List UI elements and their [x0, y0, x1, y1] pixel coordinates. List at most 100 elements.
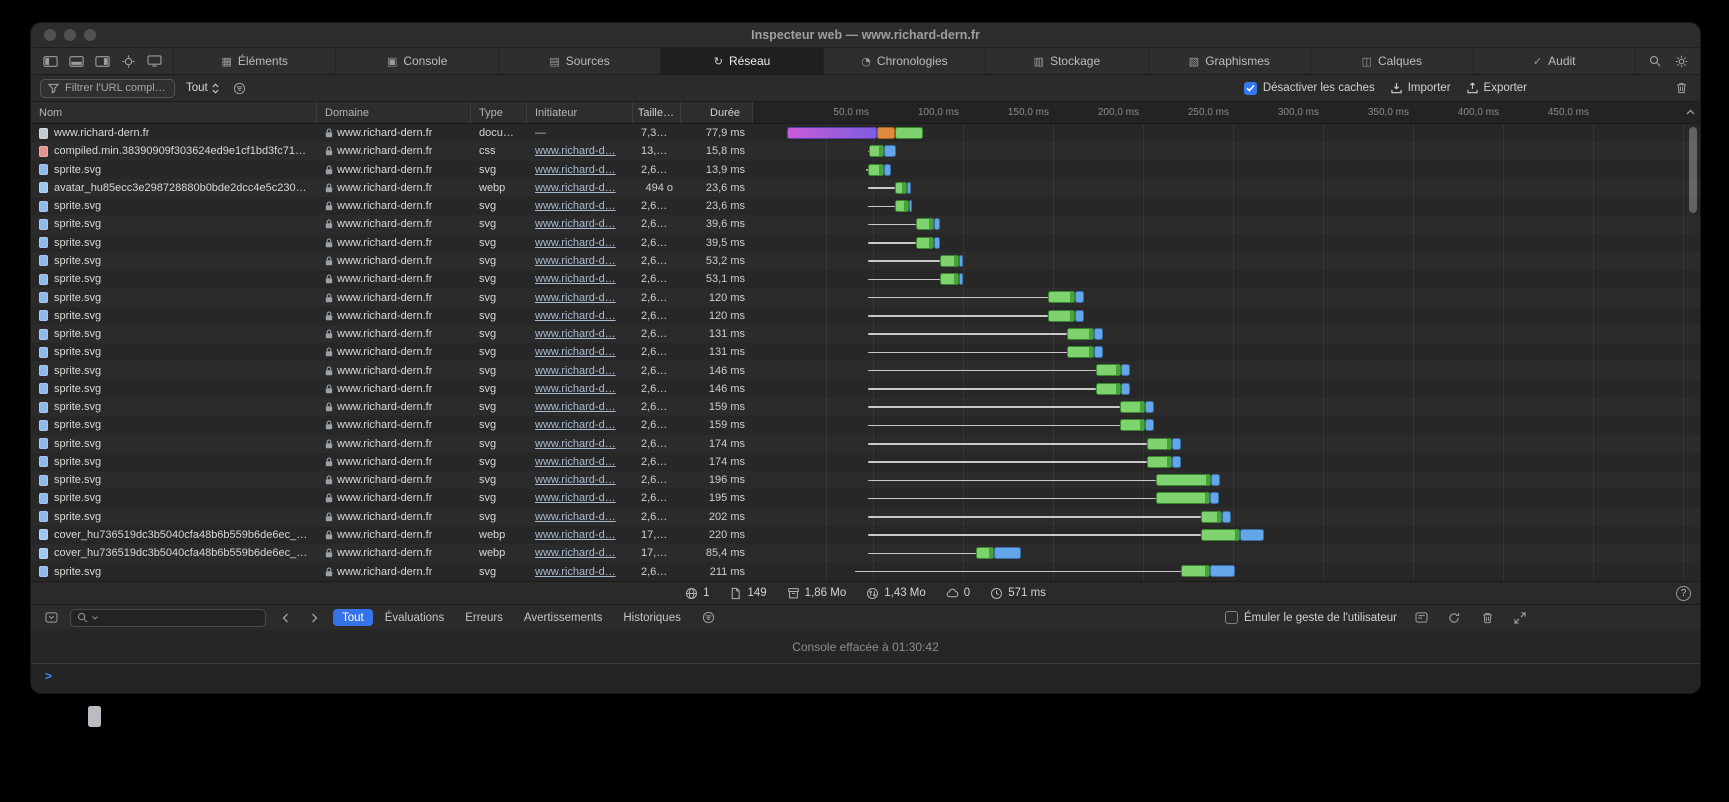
disable-caches-checkbox[interactable]: Désactiver les caches — [1244, 82, 1375, 95]
expand-console-icon[interactable] — [1510, 608, 1530, 628]
console-dock-icon[interactable] — [41, 608, 61, 628]
gear-icon[interactable] — [1671, 51, 1691, 71]
console-filter-options-icon[interactable] — [699, 608, 719, 628]
initiator[interactable]: www.richard-d… — [535, 529, 616, 541]
initiator[interactable]: www.richard-d… — [535, 273, 616, 285]
next-result-icon[interactable] — [304, 608, 324, 628]
table-row[interactable]: sprite.svg www.richard-dern.fr svg www.r… — [31, 252, 1700, 270]
table-row[interactable]: sprite.svg www.richard-dern.fr svg www.r… — [31, 471, 1700, 489]
table-row[interactable]: sprite.svg www.richard-dern.fr svg www.r… — [31, 508, 1700, 526]
initiator[interactable]: www.richard-d… — [535, 237, 616, 249]
table-row[interactable]: sprite.svg www.richard-dern.fr svg www.r… — [31, 234, 1700, 252]
table-row[interactable]: sprite.svg www.richard-dern.fr svg www.r… — [31, 562, 1700, 580]
table-row[interactable]: cover_hu736519dc3b5040cfa48b6b559b6de6ec… — [31, 526, 1700, 544]
table-row[interactable]: sprite.svg www.richard-dern.fr svg www.r… — [31, 343, 1700, 361]
initiator[interactable]: www.richard-d… — [535, 383, 616, 395]
import-button[interactable]: Importer — [1391, 82, 1451, 94]
table-row[interactable]: sprite.svg www.richard-dern.fr svg www.r… — [31, 215, 1700, 233]
table-row[interactable]: cover_hu736519dc3b5040cfa48b6b559b6de6ec… — [31, 544, 1700, 562]
initiator[interactable]: www.richard-d… — [535, 310, 616, 322]
initiator[interactable]: www.richard-d… — [535, 328, 616, 340]
table-row[interactable]: sprite.svg www.richard-dern.fr svg www.r… — [31, 288, 1700, 306]
console-scope-erreurs[interactable]: Erreurs — [456, 609, 512, 626]
table-row[interactable]: sprite.svg www.richard-dern.fr svg www.r… — [31, 416, 1700, 434]
export-button[interactable]: Exporter — [1467, 82, 1527, 94]
initiator[interactable]: www.richard-d… — [535, 346, 616, 358]
console-prompt[interactable]: > — [31, 664, 1700, 693]
table-row[interactable]: sprite.svg www.richard-dern.fr svg www.r… — [31, 270, 1700, 288]
initiator[interactable]: www.richard-d… — [535, 566, 616, 578]
element-picker-icon[interactable] — [118, 51, 138, 71]
tab-chronologies[interactable]: ◔Chronologies — [824, 48, 986, 74]
initiator[interactable]: www.richard-d… — [535, 438, 616, 450]
column-header-type[interactable]: Type — [471, 102, 527, 123]
console-scope-tout[interactable]: Tout — [333, 609, 373, 626]
table-row[interactable]: sprite.svg www.richard-dern.fr svg www.r… — [31, 197, 1700, 215]
initiator[interactable]: www.richard-d… — [535, 419, 616, 431]
table-row[interactable]: sprite.svg www.richard-dern.fr svg www.r… — [31, 361, 1700, 379]
initiator[interactable]: www.richard-d… — [535, 365, 616, 377]
initiator[interactable]: www.richard-d… — [535, 474, 616, 486]
table-row[interactable]: sprite.svg www.richard-dern.fr svg www.r… — [31, 398, 1700, 416]
column-header-nom[interactable]: Nom — [31, 102, 317, 123]
initiator[interactable]: www.richard-d… — [535, 255, 616, 267]
tab-calques[interactable]: ◫Calques — [1311, 48, 1473, 74]
clear-network-trash-icon[interactable] — [1671, 78, 1691, 98]
dock-left-icon[interactable] — [40, 51, 60, 71]
tab-elements[interactable]: ▦Éléments — [174, 48, 336, 74]
tab-sources[interactable]: ▤Sources — [499, 48, 661, 74]
console-scope-historiques[interactable]: Historiques — [614, 609, 690, 626]
initiator[interactable]: www.richard-d… — [535, 492, 616, 504]
initiator[interactable]: www.richard-d… — [535, 292, 616, 304]
previous-result-icon[interactable] — [275, 608, 295, 628]
url-filter-field[interactable]: Filtrer l'URL complète — [40, 79, 175, 98]
emulate-gesture-checkbox[interactable]: Émuler le geste de l'utilisateur — [1225, 611, 1397, 624]
tab-audit[interactable]: ✓Audit — [1474, 48, 1636, 74]
close-button[interactable] — [44, 29, 56, 41]
waterfall-collapse-icon[interactable] — [1686, 109, 1695, 115]
table-row[interactable]: sprite.svg www.richard-dern.fr svg www.r… — [31, 325, 1700, 343]
table-row[interactable]: sprite.svg www.richard-dern.fr svg www.r… — [31, 161, 1700, 179]
filter-options-icon[interactable] — [230, 78, 250, 98]
table-row[interactable]: www.richard-dern.fr www.richard-dern.fr … — [31, 124, 1700, 142]
initiator[interactable]: www.richard-d… — [535, 145, 616, 157]
initiator[interactable]: www.richard-d… — [535, 164, 616, 176]
column-header-taille[interactable]: Taille… — [633, 102, 681, 123]
search-icon[interactable] — [1645, 51, 1665, 71]
console-search-input[interactable] — [102, 612, 259, 624]
table-row[interactable]: sprite.svg www.richard-dern.fr svg www.r… — [31, 307, 1700, 325]
dock-right-icon[interactable] — [92, 51, 112, 71]
clear-console-trash-icon[interactable] — [1477, 608, 1497, 628]
column-header-initiateur[interactable]: Initiateur — [527, 102, 633, 123]
console-panel-icon[interactable] — [1411, 608, 1431, 628]
minimize-button[interactable] — [64, 29, 76, 41]
table-row[interactable]: compiled.min.38390909f303624ed9e1cf1bd3f… — [31, 142, 1700, 160]
initiator[interactable]: www.richard-d… — [535, 182, 616, 194]
tab-graphismes[interactable]: ▧Graphismes — [1149, 48, 1311, 74]
console-search-field[interactable] — [70, 609, 266, 627]
tab-stockage[interactable]: ▥Stockage — [986, 48, 1148, 74]
device-icon[interactable] — [144, 51, 164, 71]
column-header-domaine[interactable]: Domaine — [317, 102, 471, 123]
refresh-icon[interactable] — [1444, 608, 1464, 628]
help-button[interactable]: ? — [1676, 586, 1691, 601]
initiator[interactable]: www.richard-d… — [535, 401, 616, 413]
table-row[interactable]: sprite.svg www.richard-dern.fr svg www.r… — [31, 453, 1700, 471]
table-row[interactable]: sprite.svg www.richard-dern.fr svg www.r… — [31, 435, 1700, 453]
console-scope-avertissements[interactable]: Avertissements — [515, 609, 611, 626]
zoom-button[interactable] — [84, 29, 96, 41]
tab-reseau[interactable]: ↻Réseau — [661, 48, 823, 74]
initiator[interactable]: www.richard-d… — [535, 218, 616, 230]
table-row[interactable]: sprite.svg www.richard-dern.fr svg www.r… — [31, 489, 1700, 507]
table-row[interactable]: avatar_hu85ecc3e298728880b0bde2dcc4e5c23… — [31, 179, 1700, 197]
column-header-duree[interactable]: Durée — [681, 102, 753, 123]
initiator[interactable]: www.richard-d… — [535, 511, 616, 523]
dock-bottom-icon[interactable] — [66, 51, 86, 71]
initiator[interactable]: www.richard-d… — [535, 456, 616, 468]
initiator[interactable]: www.richard-d… — [535, 200, 616, 212]
resource-type-select[interactable]: Tout — [186, 82, 219, 94]
initiator[interactable]: www.richard-d… — [535, 547, 616, 559]
table-row[interactable]: sprite.svg www.richard-dern.fr svg www.r… — [31, 380, 1700, 398]
tab-console[interactable]: ▣Console — [336, 48, 498, 74]
console-scope-evaluations[interactable]: Évaluations — [376, 609, 453, 626]
